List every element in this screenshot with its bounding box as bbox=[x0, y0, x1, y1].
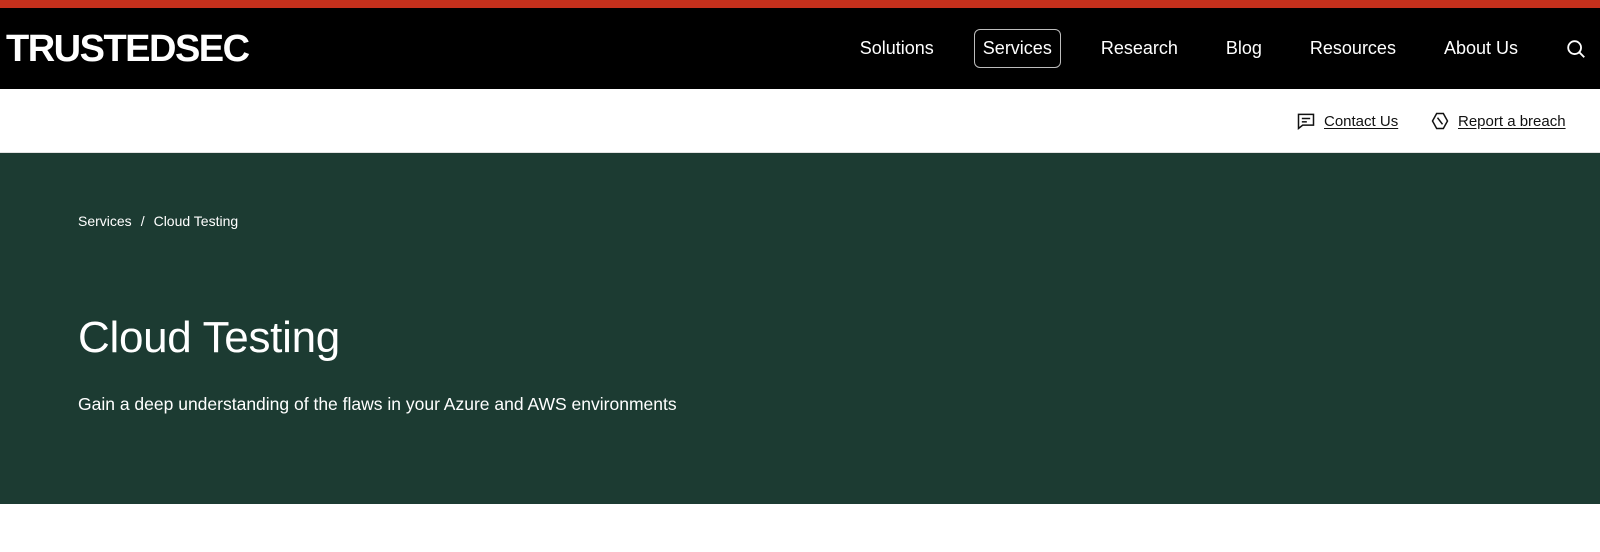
hero-section: Services / Cloud Testing Cloud Testing G… bbox=[0, 153, 1600, 504]
contact-us-link[interactable]: Contact Us bbox=[1296, 111, 1398, 131]
main-navbar: TRUSTEDSEC Solutions Services Research B… bbox=[0, 8, 1600, 89]
nav-item-resources[interactable]: Resources bbox=[1310, 38, 1396, 59]
top-accent-bar bbox=[0, 0, 1600, 8]
contact-us-label: Contact Us bbox=[1324, 112, 1399, 130]
breadcrumb-services-link[interactable]: Services bbox=[78, 213, 132, 229]
search-icon bbox=[1567, 39, 1585, 58]
nav-item-about-us[interactable]: About Us bbox=[1444, 38, 1518, 59]
report-breach-link[interactable]: Report a breach bbox=[1430, 111, 1566, 131]
chat-icon bbox=[1296, 111, 1316, 131]
nav-item-solutions[interactable]: Solutions bbox=[860, 38, 934, 59]
page-title: Cloud Testing bbox=[78, 313, 340, 362]
nav-item-research[interactable]: Research bbox=[1101, 38, 1178, 59]
primary-nav: Solutions Services Research Blog Resourc… bbox=[860, 8, 1600, 89]
hexagon-alert-icon bbox=[1430, 111, 1450, 131]
breadcrumb: Services / Cloud Testing bbox=[78, 213, 238, 229]
breadcrumb-current: Cloud Testing bbox=[153, 213, 239, 229]
report-breach-label: Report a breach bbox=[1458, 112, 1566, 130]
nav-item-services[interactable]: Services bbox=[973, 29, 1061, 68]
breadcrumb-separator: / bbox=[140, 213, 145, 229]
nav-item-blog[interactable]: Blog bbox=[1226, 38, 1262, 59]
search-button[interactable] bbox=[1562, 35, 1590, 63]
page-subtitle: Gain a deep understanding of the flaws i… bbox=[78, 394, 677, 414]
trustedsec-logo[interactable]: TRUSTEDSEC bbox=[6, 30, 250, 68]
utility-bar: Contact Us Report a breach bbox=[0, 89, 1600, 153]
